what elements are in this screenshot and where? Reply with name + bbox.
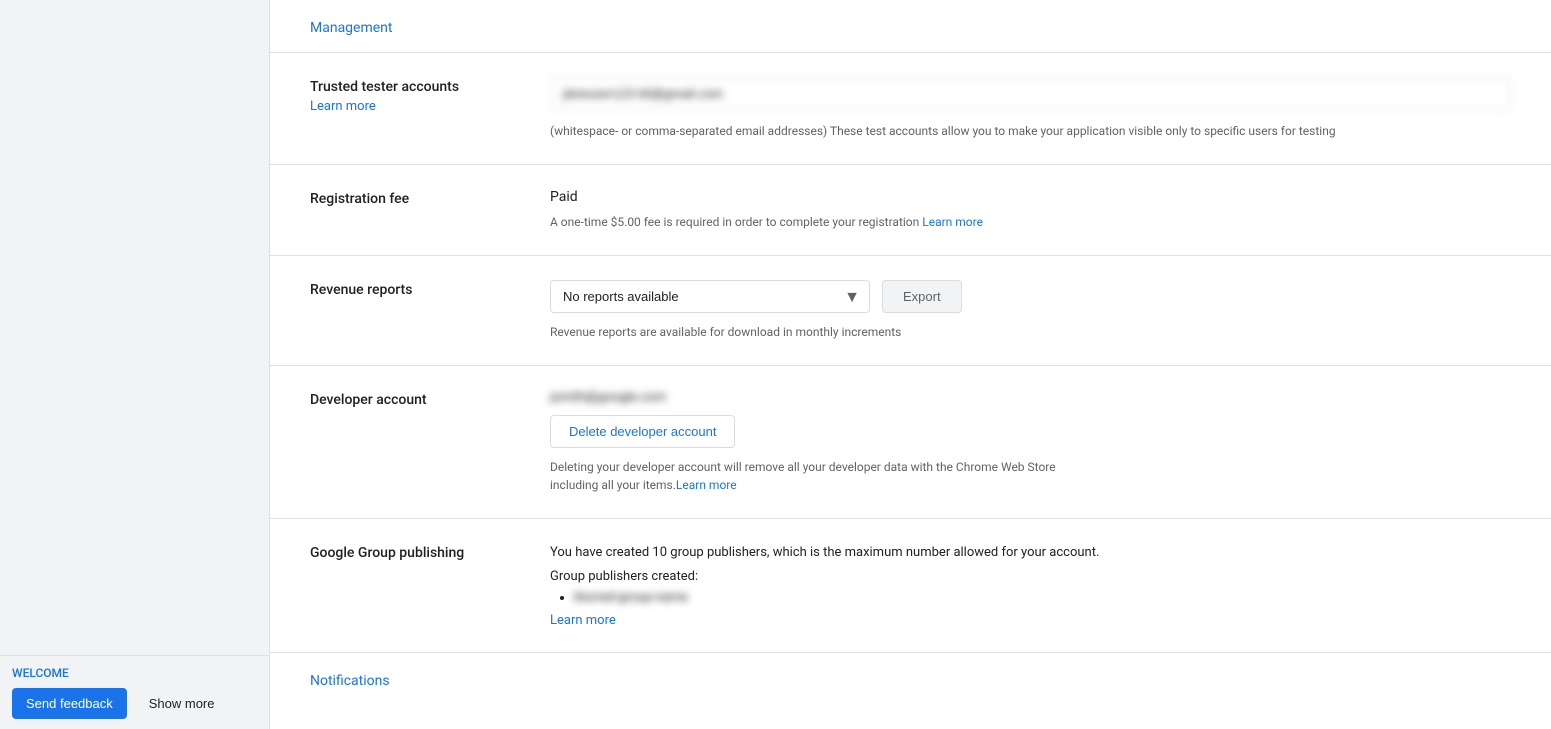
- welcome-text: WELCOME: [12, 666, 257, 680]
- list-item: blurred-group-name: [574, 590, 1511, 605]
- revenue-reports-hint: Revenue reports are available for downlo…: [550, 323, 1511, 341]
- developer-account-content: jsmith@google.com Delete developer accou…: [550, 390, 1511, 494]
- notifications-link[interactable]: Notifications: [270, 653, 1551, 689]
- management-link[interactable]: Management: [270, 0, 1551, 52]
- trusted-tester-hint: (whitespace- or comma-separated email ad…: [550, 122, 1511, 140]
- group-publishing-description: You have created 10 group publishers, wh…: [550, 543, 1511, 563]
- registration-fee-status: Paid: [550, 189, 1511, 205]
- main-content: Management Trusted tester accounts Learn…: [270, 0, 1551, 729]
- revenue-controls: No reports available ▼ Export: [550, 280, 1511, 313]
- revenue-reports-section: Revenue reports No reports available ▼ E…: [270, 256, 1551, 366]
- groups-created-label: Group publishers created:: [550, 569, 1511, 584]
- send-feedback-button[interactable]: Send feedback: [12, 688, 127, 719]
- trusted-tester-section: Trusted tester accounts Learn more (whit…: [270, 53, 1551, 165]
- registration-fee-description: A one-time $5.00 fee is required in orde…: [550, 213, 1511, 231]
- registration-fee-learn-more[interactable]: Learn more: [922, 215, 983, 229]
- revenue-dropdown-wrapper: No reports available ▼: [550, 280, 870, 313]
- trusted-tester-content: (whitespace- or comma-separated email ad…: [550, 77, 1511, 140]
- bottom-buttons: Send feedback Show more: [12, 688, 257, 719]
- revenue-dropdown[interactable]: No reports available: [550, 280, 870, 313]
- google-group-publishing-content: You have created 10 group publishers, wh…: [550, 543, 1511, 628]
- revenue-reports-label: Revenue reports: [310, 280, 550, 341]
- registration-fee-content: Paid A one-time $5.00 fee is required in…: [550, 189, 1511, 231]
- welcome-bar: WELCOME Send feedback Show more: [0, 655, 269, 729]
- group-name: blurred-group-name: [574, 590, 688, 605]
- developer-account-section: Developer account jsmith@google.com Dele…: [270, 366, 1551, 519]
- trusted-tester-email-input[interactable]: [550, 77, 1511, 110]
- group-publishing-learn-more[interactable]: Learn more: [550, 613, 616, 628]
- revenue-reports-content: No reports available ▼ Export Revenue re…: [550, 280, 1511, 341]
- group-list: blurred-group-name: [550, 590, 1511, 605]
- registration-fee-section: Registration fee Paid A one-time $5.00 f…: [270, 165, 1551, 256]
- trusted-tester-learn-more[interactable]: Learn more: [310, 99, 550, 114]
- export-button[interactable]: Export: [882, 280, 962, 313]
- developer-account-email: jsmith@google.com: [550, 390, 1511, 405]
- left-panel: WELCOME Send feedback Show more: [0, 0, 270, 729]
- google-group-publishing-label: Google Group publishing: [310, 543, 550, 628]
- trusted-tester-label: Trusted tester accounts Learn more: [310, 77, 550, 140]
- google-group-publishing-section: Google Group publishing You have created…: [270, 519, 1551, 653]
- registration-fee-label: Registration fee: [310, 189, 550, 231]
- show-more-button[interactable]: Show more: [135, 688, 229, 719]
- developer-account-label: Developer account: [310, 390, 550, 494]
- delete-account-description: Deleting your developer account will rem…: [550, 458, 1070, 494]
- delete-developer-account-button[interactable]: Delete developer account: [550, 415, 735, 448]
- delete-account-learn-more[interactable]: Learn more: [676, 478, 737, 492]
